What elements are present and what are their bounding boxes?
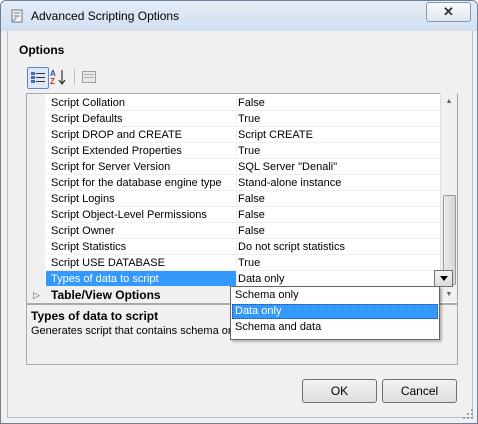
property-pages-button[interactable]	[79, 67, 99, 87]
resize-grip-icon[interactable]	[462, 408, 474, 420]
toolbar-separator	[74, 69, 75, 85]
property-row[interactable]: Script Collation False	[27, 95, 441, 111]
property-value-combo[interactable]: Data only	[236, 271, 443, 287]
category-label: Table/View Options	[51, 288, 161, 302]
property-value[interactable]: False	[236, 95, 443, 111]
property-name: Script Object-Level Permissions	[51, 209, 207, 221]
dropdown-toggle-button[interactable]	[434, 270, 453, 287]
advanced-scripting-options-dialog: Advanced Scripting Options ✕ Options A Z	[0, 0, 478, 424]
scroll-down-arrow-icon[interactable]: ▼	[441, 286, 457, 302]
dropdown-option[interactable]: Schema only	[232, 288, 438, 303]
property-row[interactable]: Script Defaults True	[27, 111, 441, 127]
ok-button[interactable]: OK	[302, 379, 377, 403]
description-title: Types of data to script	[31, 309, 159, 323]
categorized-icon	[31, 72, 45, 83]
property-value[interactable]: False	[236, 191, 443, 207]
property-value[interactable]: True	[236, 143, 443, 159]
options-heading: Options	[19, 43, 65, 57]
description-text: Generates script that contains schema on…	[31, 325, 242, 337]
cancel-button[interactable]: Cancel	[382, 379, 457, 403]
title-bar[interactable]: Advanced Scripting Options ✕	[1, 1, 477, 31]
script-wizard-icon	[11, 9, 23, 23]
types-of-data-dropdown-list[interactable]: Schema only Data only Schema and data	[230, 286, 440, 340]
svg-text:Z: Z	[50, 77, 55, 85]
property-value[interactable]: False	[236, 223, 443, 239]
property-name: Script Collation	[51, 97, 125, 109]
property-value[interactable]: Script CREATE	[236, 127, 443, 143]
window-title: Advanced Scripting Options	[31, 9, 180, 23]
property-name: Types of data to script	[46, 271, 236, 287]
property-grid: Script Collation False Script Defaults T…	[26, 93, 458, 304]
property-row[interactable]: Script Statistics Do not script statisti…	[27, 239, 441, 255]
scroll-up-arrow-icon[interactable]: ▲	[441, 93, 457, 109]
property-row[interactable]: Script for Server Version SQL Server "De…	[27, 159, 441, 175]
property-row[interactable]: Script Object-Level Permissions False	[27, 207, 441, 223]
property-row[interactable]: Script Owner False	[27, 223, 441, 239]
property-name: Script Owner	[51, 225, 115, 237]
property-name: Script DROP and CREATE	[51, 129, 183, 141]
property-row-selected[interactable]: Types of data to script Data only	[27, 271, 441, 287]
alphabetical-button[interactable]: A Z	[49, 67, 69, 87]
property-value[interactable]: Stand-alone instance	[236, 175, 443, 191]
categorized-button[interactable]	[27, 67, 49, 89]
chevron-down-icon	[439, 276, 448, 281]
property-row[interactable]: Script DROP and CREATE Script CREATE	[27, 127, 441, 143]
property-value[interactable]: False	[236, 207, 443, 223]
property-name: Script for Server Version	[51, 161, 171, 173]
property-pages-icon	[82, 71, 96, 83]
expand-arrow-icon[interactable]: ▷	[33, 287, 40, 303]
property-name: Script Logins	[51, 193, 115, 205]
property-value[interactable]: Do not script statistics	[236, 239, 443, 255]
close-button[interactable]: ✕	[426, 2, 471, 22]
property-row[interactable]: Script Extended Properties True	[27, 143, 441, 159]
dropdown-option-selected[interactable]: Data only	[232, 304, 438, 319]
dropdown-option[interactable]: Schema and data	[232, 320, 438, 335]
property-name: Script USE DATABASE	[51, 257, 165, 269]
property-name: Script Statistics	[51, 241, 127, 253]
property-value[interactable]: True	[236, 111, 443, 127]
property-row[interactable]: Script Logins False	[27, 191, 441, 207]
property-name: Script Defaults	[51, 113, 123, 125]
alphabetical-az-icon: A Z	[50, 69, 66, 85]
property-value[interactable]: SQL Server "Denali"	[236, 159, 443, 175]
property-row[interactable]: Script for the database engine type Stan…	[27, 175, 441, 191]
property-row[interactable]: Script USE DATABASE True	[27, 255, 441, 271]
property-name: Script Extended Properties	[51, 145, 182, 157]
property-name: Script for the database engine type	[51, 177, 222, 189]
property-value[interactable]: True	[236, 255, 443, 271]
